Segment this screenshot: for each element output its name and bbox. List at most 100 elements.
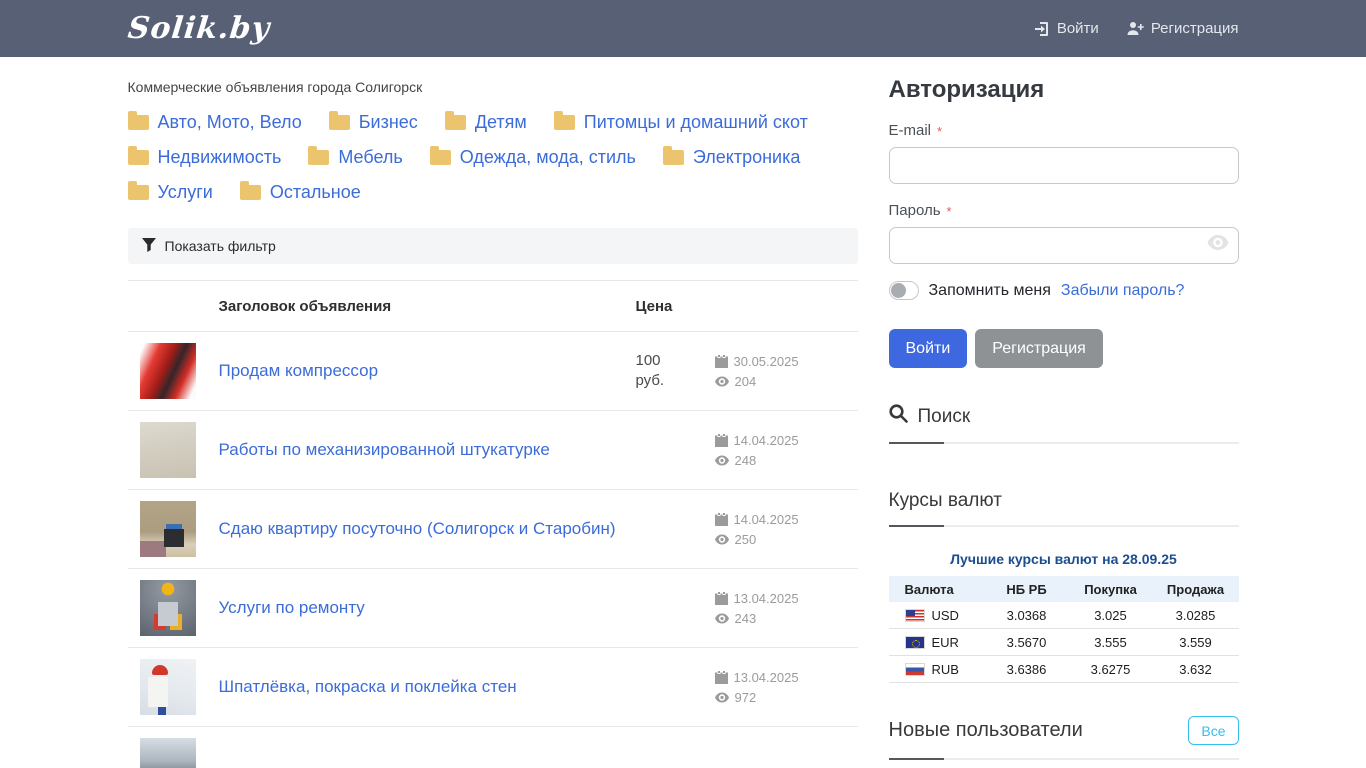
register-button[interactable]: Регистрация [975, 329, 1103, 368]
ad-date: 30.05.2025 [715, 354, 858, 369]
ad-views: 243 [715, 611, 858, 626]
ad-title-link[interactable]: Шпатлёвка, покраска и поклейка стен [219, 677, 517, 696]
category-link-clothes[interactable]: Одежда, мода, стиль [430, 140, 636, 175]
folder-icon [430, 150, 451, 165]
column-title-header: Заголовок объявления [219, 298, 636, 315]
currency-section-title: Курсы валют [889, 490, 1002, 512]
login-button[interactable]: Войти [889, 329, 968, 368]
forgot-password-link[interactable]: Забыли пароль? [1061, 282, 1185, 300]
eye-icon [715, 613, 729, 624]
category-link-business[interactable]: Бизнес [329, 105, 418, 140]
ad-date: 14.04.2025 [715, 512, 858, 527]
category-link-pets[interactable]: Питомцы и домашний скот [554, 105, 808, 140]
calendar-icon [715, 592, 728, 605]
ad-title-link[interactable]: Сдаю квартиру посуточно (Солигорск и Ста… [219, 519, 616, 538]
new-users-title: Новые пользователи [889, 719, 1083, 742]
ad-title-link[interactable]: Продам компрессор [219, 361, 379, 380]
show-filter-button[interactable]: Показать фильтр [128, 228, 858, 264]
column-price-header: Цена [636, 298, 715, 315]
eye-icon [715, 692, 729, 703]
listing-row: Услуги по ремонту 13.04.2025 243 [128, 569, 858, 648]
category-link-kids[interactable]: Детям [445, 105, 527, 140]
listing-row: Работы по механизированной штукатурке 14… [128, 411, 858, 490]
listing-row: Продам компрессор 100руб. 30.05.2025 204 [128, 332, 858, 411]
category-link-services[interactable]: Услуги [128, 175, 213, 210]
ad-thumbnail-plaster[interactable] [140, 422, 196, 478]
password-label: Пароль* [889, 202, 1239, 219]
category-list: Авто, Мото, Вело Бизнес Детям Питомцы и дом… [128, 105, 858, 210]
ad-thumbnail-repair[interactable] [140, 580, 196, 636]
search-section-title: Поиск [918, 406, 971, 428]
eu-flag-icon [905, 636, 925, 649]
all-users-button[interactable]: Все [1188, 716, 1238, 745]
calendar-icon [715, 513, 728, 526]
remember-me-label: Запомнить меня [929, 282, 1051, 300]
usa-flag-icon [905, 609, 925, 622]
folder-icon [554, 115, 575, 130]
folder-icon [445, 115, 466, 130]
eye-icon [715, 455, 729, 466]
ad-views: 250 [715, 532, 858, 547]
ad-thumbnail-painting[interactable] [140, 659, 196, 715]
section-divider [889, 525, 1239, 527]
ad-date: 13.04.2025 [715, 591, 858, 606]
ad-thumbnail-house[interactable] [140, 738, 196, 768]
category-link-realty[interactable]: Недвижимость [128, 140, 282, 175]
magnifier-icon [889, 404, 908, 429]
required-asterisk: * [947, 202, 952, 219]
calendar-icon [715, 434, 728, 447]
login-link[interactable]: Войти [1034, 20, 1099, 37]
ad-thumbnail-compressor[interactable] [140, 343, 196, 399]
category-link-electronics[interactable]: Электроника [663, 140, 800, 175]
section-divider [889, 442, 1239, 444]
category-link-furniture[interactable]: Мебель [308, 140, 402, 175]
folder-icon [128, 185, 149, 200]
topbar: Solik.by Войти Регистрация [0, 0, 1366, 57]
ad-date: 13.04.2025 [715, 670, 858, 685]
folder-icon [128, 150, 149, 165]
site-logo[interactable]: Solik.by [126, 11, 272, 46]
calendar-icon [715, 671, 728, 684]
category-link-auto[interactable]: Авто, Мото, Вело [128, 105, 302, 140]
email-label: E-mail* [889, 122, 1239, 139]
currency-widget-title: Лучшие курсы валют на 28.09.25 [889, 551, 1239, 567]
folder-icon [128, 115, 149, 130]
ad-views: 972 [715, 690, 858, 705]
top-navigation: Войти Регистрация [1034, 20, 1239, 37]
user-plus-icon [1127, 21, 1144, 36]
page-subtitle: Коммерческие объявления города Солигорск [128, 79, 858, 95]
ad-views: 204 [715, 374, 858, 389]
sign-in-icon [1034, 21, 1050, 37]
folder-icon [663, 150, 684, 165]
required-asterisk: * [937, 122, 942, 139]
funnel-icon [142, 238, 156, 255]
auth-title: Авторизация [889, 76, 1239, 104]
russia-flag-icon [905, 663, 925, 676]
folder-icon [329, 115, 350, 130]
password-field[interactable] [889, 227, 1239, 264]
folder-icon [240, 185, 261, 200]
category-link-other[interactable]: Остальное [240, 175, 361, 210]
listing-header-row: Заголовок объявления Цена [128, 280, 858, 332]
remember-me-toggle[interactable] [889, 281, 919, 300]
section-divider [889, 758, 1239, 760]
register-link[interactable]: Регистрация [1127, 20, 1239, 37]
listing-row: Шпатлёвка, покраска и поклейка стен 13.0… [128, 648, 858, 727]
sidebar: Авторизация E-mail* Пароль* Запомнить ме… [889, 57, 1239, 760]
ad-title-link[interactable]: Услуги по ремонту [219, 598, 365, 617]
ad-title-link[interactable]: Работы по механизированной штукатурке [219, 440, 550, 459]
main-column: Коммерческие объявления города Солигорск… [128, 57, 858, 768]
toggle-password-visibility-icon[interactable] [1207, 235, 1229, 255]
eye-icon [715, 534, 729, 545]
ad-price: 100руб. [636, 351, 715, 391]
listing-row [128, 727, 858, 768]
listing-row: Сдаю квартиру посуточно (Солигорск и Ста… [128, 490, 858, 569]
calendar-icon [715, 355, 728, 368]
email-field[interactable] [889, 147, 1239, 184]
eye-icon [715, 376, 729, 387]
ad-thumbnail-apartment[interactable] [140, 501, 196, 557]
ad-date: 14.04.2025 [715, 433, 858, 448]
folder-icon [308, 150, 329, 165]
currency-rates-widget: Лучшие курсы валют на 28.09.25 Валюта НБ… [889, 551, 1239, 683]
ad-views: 248 [715, 453, 858, 468]
